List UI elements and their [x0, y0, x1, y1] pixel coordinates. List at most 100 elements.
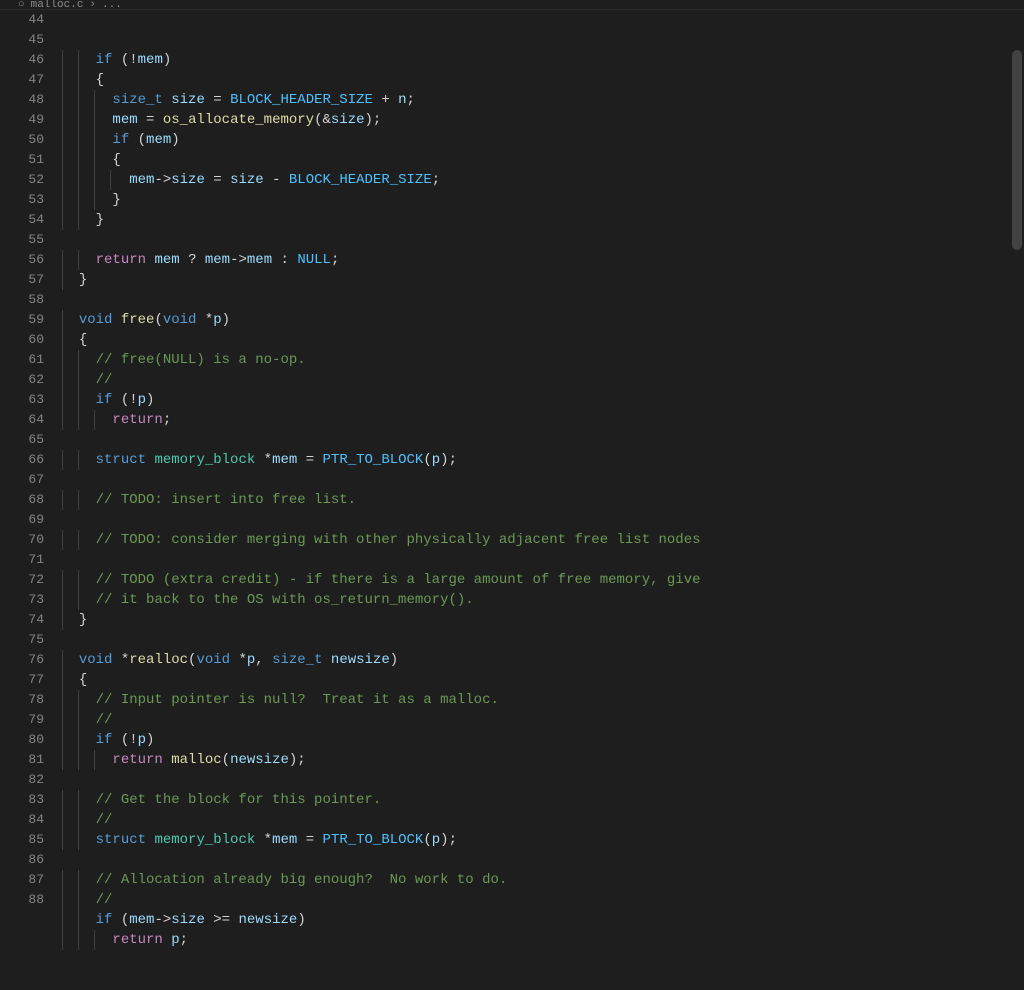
indent-guide [62, 910, 63, 930]
code-line[interactable]: } [62, 190, 1024, 210]
code-line[interactable]: struct memory_block *mem = PTR_TO_BLOCK(… [62, 450, 1024, 470]
token-var: mem [129, 912, 154, 928]
token-punc: , [255, 652, 272, 668]
token-macro: PTR_TO_BLOCK [323, 452, 424, 468]
code-line[interactable]: // free(NULL) is a no-op. [62, 350, 1024, 370]
token-punc: { [79, 332, 87, 348]
code-line[interactable] [62, 290, 1024, 310]
token-comment: // [96, 812, 113, 828]
code-line[interactable]: { [62, 70, 1024, 90]
code-line[interactable]: void free(void *p) [62, 310, 1024, 330]
token-punc [297, 832, 305, 848]
token-punc: ) [146, 392, 154, 408]
code-line[interactable]: // Allocation already big enough? No wor… [62, 870, 1024, 890]
token-comment: // Allocation already big enough? No wor… [96, 872, 508, 888]
indent-guide [62, 610, 63, 630]
line-number: 51 [0, 150, 62, 170]
code-line[interactable]: return p; [62, 930, 1024, 950]
token-op: * [121, 652, 129, 668]
code-line[interactable] [62, 430, 1024, 450]
code-line[interactable]: // TODO (extra credit) - if there is a l… [62, 570, 1024, 590]
token-type: memory_block [154, 832, 255, 848]
code-line[interactable]: return malloc(newsize); [62, 750, 1024, 770]
token-punc: ( [314, 112, 322, 128]
token-kw: void [163, 312, 197, 328]
vertical-scrollbar-track[interactable] [1010, 10, 1024, 910]
code-line[interactable]: return; [62, 410, 1024, 430]
token-var: newsize [331, 652, 390, 668]
indent-guide [78, 870, 79, 890]
line-number: 58 [0, 290, 62, 310]
token-comment: // [96, 892, 113, 908]
code-line[interactable]: if (!p) [62, 730, 1024, 750]
code-line[interactable]: // [62, 810, 1024, 830]
indent-guide [78, 730, 79, 750]
code-line[interactable]: struct memory_block *mem = PTR_TO_BLOCK(… [62, 830, 1024, 850]
breadcrumb-symbol[interactable]: ... [102, 0, 122, 10]
vertical-scrollbar-thumb[interactable] [1012, 50, 1022, 250]
code-line[interactable]: { [62, 150, 1024, 170]
line-number: 49 [0, 110, 62, 130]
code-line[interactable]: } [62, 210, 1024, 230]
line-number: 85 [0, 830, 62, 850]
line-number: 45 [0, 30, 62, 50]
code-line[interactable] [62, 550, 1024, 570]
code-line[interactable]: // [62, 710, 1024, 730]
breadcrumb-file[interactable]: malloc.c [31, 0, 84, 10]
code-editor[interactable]: 4445464748495051525354555657585960616263… [0, 10, 1024, 910]
token-var: mem [154, 252, 179, 268]
code-line[interactable] [62, 470, 1024, 490]
line-number: 60 [0, 330, 62, 350]
code-line[interactable]: } [62, 610, 1024, 630]
indent-guide [62, 270, 63, 290]
code-line[interactable]: if (mem) [62, 130, 1024, 150]
code-line[interactable]: size_t size = BLOCK_HEADER_SIZE + n; [62, 90, 1024, 110]
token-type: memory_block [154, 452, 255, 468]
code-line[interactable]: // Input pointer is null? Treat it as a … [62, 690, 1024, 710]
token-var: mem [129, 172, 154, 188]
indent-guide [94, 930, 95, 950]
code-line[interactable] [62, 770, 1024, 790]
line-number: 72 [0, 570, 62, 590]
indent-guide [62, 450, 63, 470]
code-line[interactable]: // TODO: consider merging with other phy… [62, 530, 1024, 550]
code-line[interactable]: if (!mem) [62, 50, 1024, 70]
code-line[interactable]: { [62, 330, 1024, 350]
token-punc: ) [297, 912, 305, 928]
code-content[interactable]: if (!mem) { size_t size = BLOCK_HEADER_S… [62, 10, 1024, 910]
indent-guide [62, 730, 63, 750]
code-line[interactable]: mem->size = size - BLOCK_HEADER_SIZE; [62, 170, 1024, 190]
indent-guide [78, 750, 79, 770]
code-line[interactable] [62, 230, 1024, 250]
indent-guide [110, 170, 111, 190]
token-op: >= [213, 912, 230, 928]
token-punc: ( [112, 52, 129, 68]
code-line[interactable]: if (!p) [62, 390, 1024, 410]
token-var: mem [272, 452, 297, 468]
token-var: size [230, 172, 264, 188]
token-punc: ) [440, 832, 448, 848]
code-line[interactable]: // it back to the OS with os_return_memo… [62, 590, 1024, 610]
code-line[interactable]: return mem ? mem->mem : NULL; [62, 250, 1024, 270]
indent-guide [94, 750, 95, 770]
code-line[interactable] [62, 850, 1024, 870]
code-line[interactable] [62, 630, 1024, 650]
code-line[interactable]: // [62, 370, 1024, 390]
code-line[interactable]: // Get the block for this pointer. [62, 790, 1024, 810]
token-macro: NULL [297, 252, 331, 268]
code-line[interactable]: { [62, 670, 1024, 690]
code-line[interactable] [62, 510, 1024, 530]
code-line[interactable]: // TODO: insert into free list. [62, 490, 1024, 510]
code-line[interactable]: mem = os_allocate_memory(&size); [62, 110, 1024, 130]
token-punc [281, 172, 289, 188]
token-func: free [121, 312, 155, 328]
code-line[interactable]: void *realloc(void *p, size_t newsize) [62, 650, 1024, 670]
line-number: 76 [0, 650, 62, 670]
token-var: size [171, 92, 205, 108]
code-line[interactable]: if (mem->size >= newsize) [62, 910, 1024, 930]
code-line[interactable]: } [62, 270, 1024, 290]
code-line[interactable]: // [62, 890, 1024, 910]
breadcrumb[interactable]: ○ malloc.c › ... [0, 0, 1024, 10]
indent-guide [62, 890, 63, 910]
token-var: newsize [239, 912, 298, 928]
